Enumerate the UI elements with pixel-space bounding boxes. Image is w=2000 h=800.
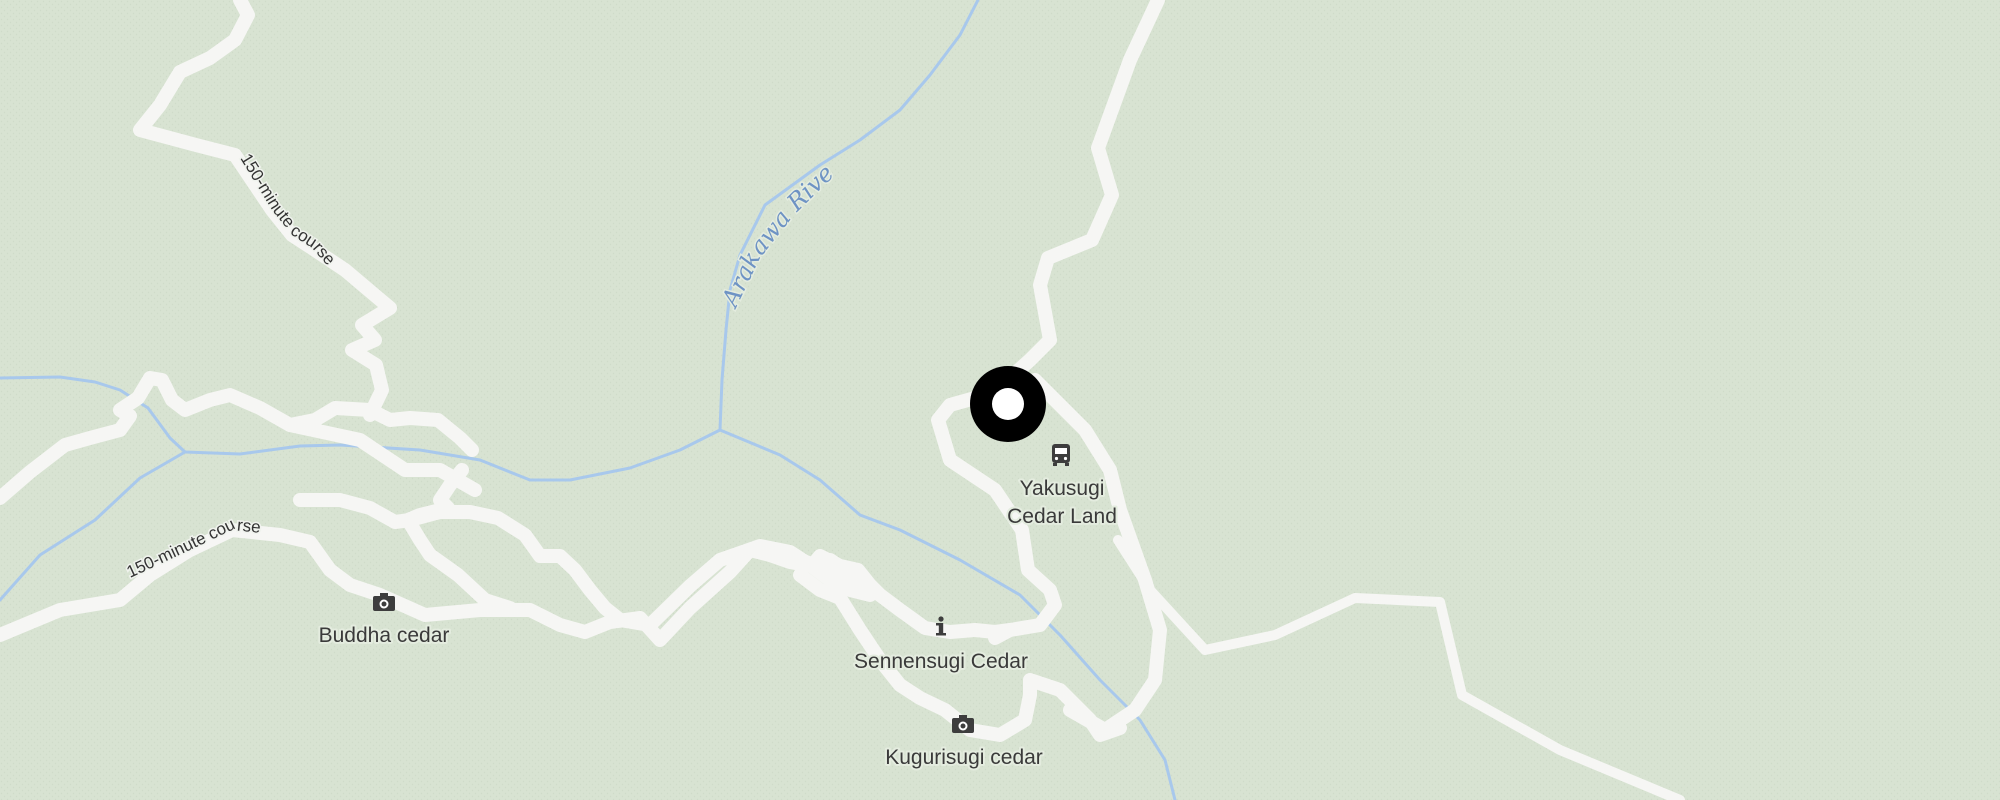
poi-label: Kugurisugi cedar [885,746,1043,769]
poi-label: Cedar Land [1007,505,1117,528]
poi-label: Yakusugi [1020,477,1105,500]
poi-label: Buddha cedar [319,624,450,647]
poi-label: Sennensugi Cedar [854,650,1028,673]
map-canvas[interactable]: 150-minute course 150-minute course Arak… [0,0,2000,800]
bus-icon [1052,444,1070,466]
location-marker-icon[interactable] [970,366,1046,442]
